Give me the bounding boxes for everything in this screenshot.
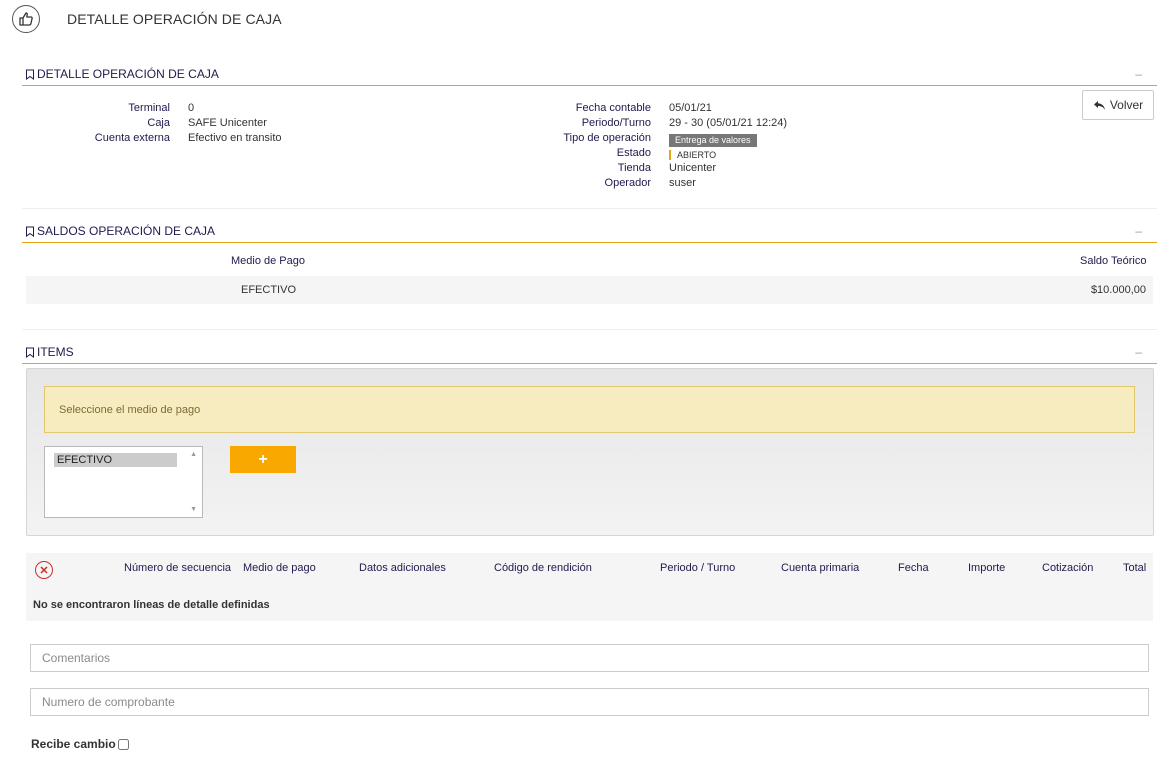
- detalle-section-title: DETALLE OPERACIÓN DE CAJA: [37, 67, 219, 81]
- tipo-operacion-label: Tipo de operación: [563, 132, 651, 144]
- caja-value: SAFE Unicenter: [188, 117, 267, 129]
- scroll-down-icon[interactable]: ▼: [190, 506, 197, 513]
- collapse-button[interactable]: –: [1135, 345, 1142, 359]
- divider: [22, 329, 1157, 330]
- col-header: Código de rendición: [494, 562, 592, 574]
- tienda-value: Unicenter: [669, 162, 717, 174]
- divider: [22, 208, 1157, 209]
- operador-label: Operador: [604, 177, 651, 189]
- recibe-cambio-field: Recibe cambio: [31, 737, 129, 751]
- payment-method-listbox[interactable]: EFECTIVO ▲ ▼: [44, 446, 203, 518]
- col-header: Número de secuencia: [124, 562, 232, 574]
- bookmark-icon: [26, 347, 34, 358]
- terminal-value: 0: [188, 102, 195, 114]
- items-section-header: ITEMS –: [22, 341, 1157, 364]
- tipo-operacion-badge: Entrega de valores: [669, 134, 757, 147]
- items-section-title: ITEMS: [37, 345, 74, 359]
- status-badge: ABIERTO: [669, 150, 717, 160]
- page-title: DETALLE OPERACIÓN DE CAJA: [67, 11, 282, 27]
- alert-text: Seleccione el medio de pago: [59, 404, 201, 416]
- periodo-label: Periodo/Turno: [581, 117, 651, 129]
- remove-icon[interactable]: ✕: [35, 561, 53, 579]
- volver-label: Volver: [1109, 98, 1144, 112]
- col-header: Importe: [968, 562, 1006, 574]
- medio-pago-header: Medio de Pago: [231, 255, 305, 267]
- saldo-valor-cell: $10.000,00: [1090, 284, 1146, 296]
- tienda-label: Tienda: [617, 162, 651, 174]
- add-button[interactable]: +: [230, 446, 296, 473]
- saldo-medio-cell: EFECTIVO: [241, 284, 297, 296]
- saldo-teorico-header: Saldo Teórico: [1080, 255, 1147, 267]
- empty-lines-message: No se encontraron líneas de detalle defi…: [33, 599, 270, 611]
- recibe-cambio-checkbox[interactable]: [117, 738, 129, 750]
- col-header: Total: [1123, 562, 1147, 574]
- col-header: Cuenta primaria: [781, 562, 860, 574]
- bookmark-icon: [26, 69, 34, 80]
- saldos-section-title: SALDOS OPERACIÓN DE CAJA: [37, 224, 216, 238]
- collapse-button[interactable]: –: [1135, 67, 1142, 81]
- col-header: Medio de pago: [243, 562, 316, 574]
- table-row: EFECTIVO $10.000,00: [26, 276, 1153, 304]
- col-header: Cotización: [1042, 562, 1094, 574]
- cuenta-externa-value: Efectivo en transito: [188, 132, 282, 144]
- comentarios-input[interactable]: [30, 644, 1149, 672]
- select-payment-alert: Seleccione el medio de pago: [44, 386, 1135, 433]
- caja-label: Caja: [147, 117, 170, 129]
- recibe-cambio-label: Recibe cambio: [31, 737, 116, 751]
- col-header: Datos adicionales: [359, 562, 446, 574]
- comprobante-input[interactable]: [30, 688, 1149, 716]
- terminal-label: Terminal: [128, 102, 170, 114]
- fecha-contable-label: Fecha contable: [575, 102, 651, 114]
- fecha-contable-value: 05/01/21: [669, 102, 712, 114]
- volver-button[interactable]: Volver: [1082, 90, 1154, 120]
- reply-icon: [1093, 100, 1105, 110]
- operador-value: suser: [669, 177, 696, 189]
- bookmark-icon: [26, 226, 34, 237]
- col-header: Periodo / Turno: [660, 562, 736, 574]
- detail-lines-table: ✕ Número de secuencia Medio de pago Dato…: [26, 553, 1153, 621]
- col-header: Fecha: [898, 562, 929, 574]
- listbox-option[interactable]: EFECTIVO: [54, 453, 177, 467]
- cuenta-externa-label: Cuenta externa: [94, 132, 170, 144]
- thumbs-up-icon: [12, 5, 40, 33]
- collapse-button[interactable]: –: [1135, 224, 1142, 238]
- detalle-section-header: DETALLE OPERACIÓN DE CAJA –: [22, 63, 1157, 86]
- estado-label: Estado: [616, 147, 651, 159]
- saldos-section-header: SALDOS OPERACIÓN DE CAJA –: [22, 220, 1157, 243]
- periodo-value: 29 - 30 (05/01/21 12:24): [669, 117, 788, 129]
- scroll-up-icon[interactable]: ▲: [190, 451, 197, 458]
